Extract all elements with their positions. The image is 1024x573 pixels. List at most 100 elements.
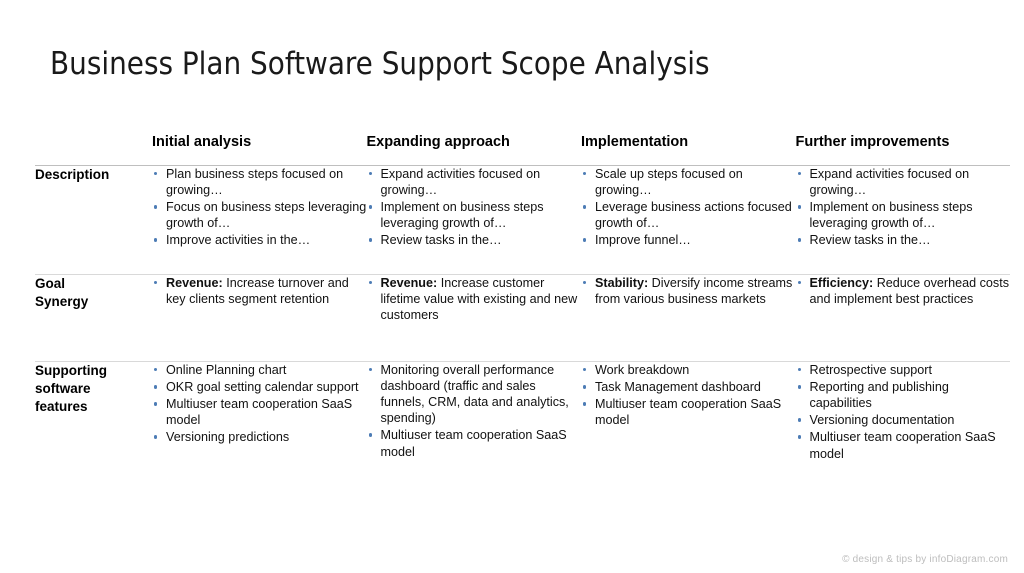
bullet-text: Task Management dashboard: [595, 380, 761, 395]
bullet-text: Implement on business steps leveraging g…: [809, 200, 973, 231]
list-item: Task Management dashboard: [581, 379, 796, 395]
cell-supporting-expanding-approach: Monitoring overall performance dashboard…: [367, 362, 582, 481]
list-item: Review tasks in the…: [796, 232, 1011, 248]
bullet-text: Plan business steps focused on growing…: [166, 167, 344, 198]
matrix-row-description: Description Plan business steps focused …: [35, 165, 1011, 275]
bullet-list: Work breakdown Task Management dashboard…: [581, 362, 796, 428]
list-item: Reporting and publishing capabilities: [796, 379, 1011, 411]
bullet-text: Scale up steps focused on growing…: [595, 167, 743, 198]
list-item: Stability: Diversify income streams from…: [581, 275, 796, 307]
bullet-list: Stability: Diversify income streams from…: [581, 275, 796, 307]
list-item: OKR goal setting calendar support: [152, 379, 367, 395]
bullet-list: Plan business steps focused on growing… …: [152, 166, 367, 249]
list-item: Leverage business actions focused growth…: [581, 199, 796, 231]
list-item: Versioning documentation: [796, 412, 1011, 428]
cell-description-expanding-approach: Expand activities focused on growing… Im…: [366, 165, 582, 275]
bullet-text: Work breakdown: [595, 363, 690, 377]
cell-goal-synergy-expanding-approach: Revenue: Increase customer lifetime valu…: [366, 274, 582, 362]
bullet-list: Online Planning chart OKR goal setting c…: [152, 362, 367, 446]
matrix-header-row: Initial analysis Expanding approach Impl…: [35, 134, 1010, 166]
bullet-text: Versioning documentation: [809, 413, 955, 428]
cell-supporting-further-improvements: Retrospective support Reporting and publ…: [796, 362, 1011, 481]
bullet-text: Leverage business actions focused growth…: [595, 200, 792, 231]
bullet-text: Improve activities in the…: [166, 233, 311, 248]
bullet-text: Reporting and publishing capabilities: [809, 380, 949, 411]
bullet-text: Improve funnel…: [595, 233, 691, 248]
cell-description-implementation: Scale up steps focused on growing… Lever…: [581, 165, 796, 275]
bullet-text: Focus on business steps leveraging growt…: [166, 200, 367, 231]
bullet-text: Multiuser team cooperation SaaS model: [380, 428, 567, 459]
matrix-row-goal-synergy: Goal Synergy Revenue: Increase turnover …: [35, 274, 1011, 362]
list-item: Multiuser team cooperation SaaS model: [796, 429, 1011, 461]
bullet-text: Versioning predictions: [166, 430, 290, 445]
bullet-lead: Stability:: [595, 276, 649, 290]
bullet-text: Multiuser team cooperation SaaS model: [809, 430, 996, 461]
column-header-implementation: Implementation: [581, 134, 796, 166]
bullet-text: Review tasks in the…: [809, 233, 931, 248]
scope-analysis-matrix: Initial analysis Expanding approach Impl…: [35, 134, 1010, 480]
bullet-list: Revenue: Increase customer lifetime valu…: [367, 275, 582, 323]
list-item: Efficiency: Reduce overhead costs and im…: [796, 275, 1011, 307]
column-header-expanding-approach: Expanding approach: [366, 134, 581, 166]
list-item: Improve activities in the…: [152, 232, 367, 248]
slide-canvas: Business Plan Software Support Scope Ana…: [0, 0, 1024, 573]
bullet-text: Multiuser team cooperation SaaS model: [166, 397, 353, 428]
list-item: Review tasks in the…: [367, 232, 582, 248]
list-item: Implement on business steps leveraging g…: [796, 199, 1011, 231]
list-item: Online Planning chart: [152, 362, 367, 378]
bullet-text: OKR goal setting calendar support: [166, 380, 359, 395]
cell-goal-synergy-further-improvements: Efficiency: Reduce overhead costs and im…: [795, 274, 1011, 362]
row-label-line1: Goal: [35, 276, 66, 291]
list-item: Revenue: Increase customer lifetime valu…: [367, 275, 582, 323]
list-item: Versioning predictions: [152, 429, 367, 445]
bullet-text: Online Planning chart: [166, 363, 287, 377]
list-item: Multiuser team cooperation SaaS model: [367, 427, 582, 459]
bullet-text: Implement on business steps leveraging g…: [380, 200, 544, 231]
matrix-corner-cell: [35, 134, 152, 166]
bullet-text: Monitoring overall performance dashboard…: [380, 363, 569, 426]
bullet-text: Expand activities focused on growing…: [380, 167, 541, 198]
bullet-text: Multiuser team cooperation SaaS model: [595, 397, 782, 428]
bullet-text: Retrospective support: [809, 363, 933, 377]
bullet-lead: Revenue:: [166, 276, 223, 290]
bullet-list: Monitoring overall performance dashboard…: [367, 362, 582, 460]
column-header-further-improvements: Further improvements: [795, 134, 1010, 166]
row-label-goal-synergy: Goal Synergy: [35, 274, 152, 362]
bullet-text: Review tasks in the…: [380, 233, 502, 248]
list-item: Implement on business steps leveraging g…: [367, 199, 582, 231]
bullet-list: Expand activities focused on growing… Im…: [367, 166, 582, 249]
row-label-supporting-software-features: Supporting software features: [35, 362, 152, 481]
cell-supporting-implementation: Work breakdown Task Management dashboard…: [581, 362, 796, 481]
bullet-lead: Efficiency:: [809, 276, 874, 290]
bullet-list: Scale up steps focused on growing… Lever…: [581, 166, 796, 249]
list-item: Scale up steps focused on growing…: [581, 166, 796, 198]
row-label-line3: features: [35, 398, 88, 414]
row-label-line2: software: [35, 380, 91, 396]
list-item: Plan business steps focused on growing…: [152, 166, 367, 198]
list-item: Expand activities focused on growing…: [367, 166, 582, 198]
bullet-text: Expand activities focused on growing…: [809, 167, 970, 198]
list-item: Revenue: Increase turnover and key clien…: [152, 275, 367, 307]
page-title: Business Plan Software Support Scope Ana…: [50, 46, 710, 82]
bullet-list: Retrospective support Reporting and publ…: [796, 362, 1011, 462]
cell-goal-synergy-implementation: Stability: Diversify income streams from…: [581, 274, 796, 362]
column-header-initial-analysis: Initial analysis: [152, 134, 367, 166]
cell-goal-synergy-initial-analysis: Revenue: Increase turnover and key clien…: [152, 274, 367, 362]
row-label-line2: Synergy: [35, 293, 89, 309]
list-item: Work breakdown: [581, 362, 796, 378]
bullet-lead: Revenue:: [380, 276, 438, 290]
bullet-list: Revenue: Increase turnover and key clien…: [152, 275, 367, 307]
list-item: Multiuser team cooperation SaaS model: [581, 396, 796, 428]
list-item: Multiuser team cooperation SaaS model: [152, 396, 367, 428]
cell-description-further-improvements: Expand activities focused on growing… Im…: [795, 165, 1011, 275]
row-label-description: Description: [35, 165, 152, 275]
bullet-list: Efficiency: Reduce overhead costs and im…: [796, 275, 1011, 307]
list-item: Monitoring overall performance dashboard…: [367, 362, 582, 426]
bullet-list: Expand activities focused on growing… Im…: [796, 166, 1011, 249]
matrix-row-supporting-software-features: Supporting software features Online Plan…: [35, 362, 1010, 481]
list-item: Focus on business steps leveraging growt…: [152, 199, 367, 231]
footer-credit: © design & tips by infoDiagram.com: [842, 554, 1008, 565]
list-item: Expand activities focused on growing…: [796, 166, 1011, 198]
cell-description-initial-analysis: Plan business steps focused on growing… …: [152, 165, 367, 275]
list-item: Improve funnel…: [581, 232, 796, 248]
